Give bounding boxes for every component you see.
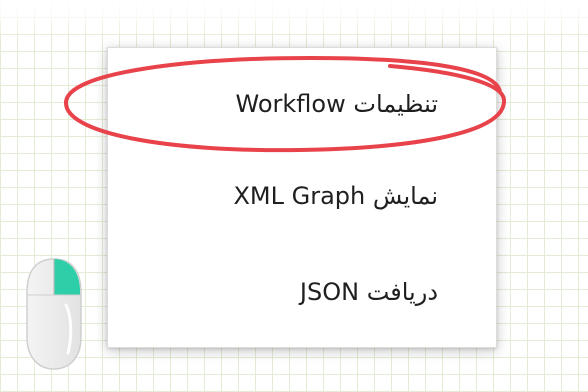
menu-item-workflow-settings[interactable]: تنظیمات Workflow bbox=[108, 74, 496, 134]
menu-item-label: نمایش XML Graph bbox=[233, 182, 438, 210]
mouse-right-click-icon bbox=[26, 258, 82, 370]
canvas-fade bbox=[0, 0, 588, 40]
menu-item-show-xml-graph[interactable]: نمایش XML Graph bbox=[108, 166, 496, 226]
menu-item-get-json[interactable]: دریافت JSON bbox=[108, 262, 496, 322]
context-menu: تنظیمات Workflow نمایش XML Graph دریافت … bbox=[107, 47, 497, 348]
menu-item-label: تنظیمات Workflow bbox=[235, 90, 438, 118]
menu-item-label: دریافت JSON bbox=[299, 278, 438, 306]
